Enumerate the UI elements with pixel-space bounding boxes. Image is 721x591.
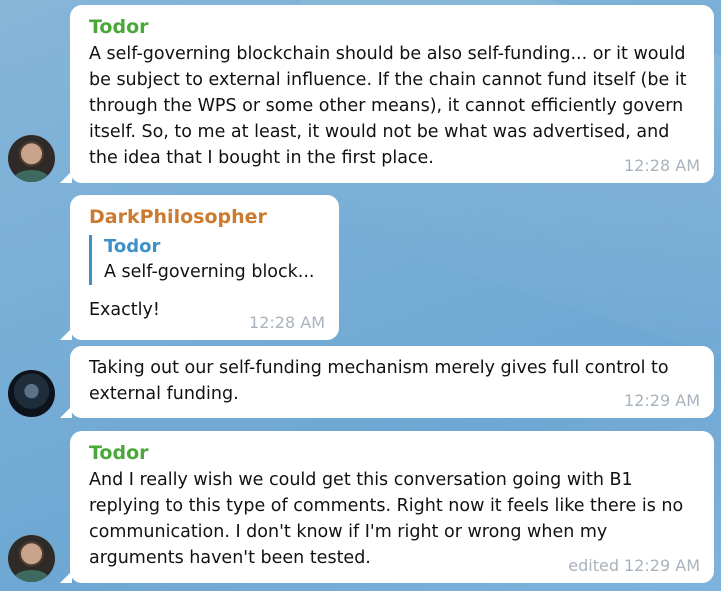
message-text: Taking out our self-funding mechanism me… — [89, 358, 669, 404]
message-timestamp: 12:28 AM — [249, 313, 325, 332]
avatar-todor[interactable] — [8, 135, 55, 182]
message-sender[interactable]: Todor — [89, 15, 694, 39]
message-text: A self-governing blockchain should be al… — [89, 44, 687, 168]
message-bubble-todor-2[interactable]: Todor And I really wish we could get thi… — [60, 431, 714, 583]
avatar-todor-2[interactable] — [8, 535, 55, 582]
message-bubble-darkphilosopher[interactable]: DarkPhilosopher Todor A self-governing b… — [60, 195, 339, 340]
reply-quote-sender: Todor — [104, 236, 161, 257]
message-bubble-darkphilosopher-2[interactable]: Taking out our self-funding mechanism me… — [60, 346, 714, 418]
message-bubble-todor-1[interactable]: Todor A self-governing blockchain should… — [60, 5, 714, 183]
message-timestamp: 12:29 AM — [624, 391, 700, 410]
avatar-darkphilosopher[interactable] — [8, 370, 55, 417]
message-sender[interactable]: Todor — [89, 441, 694, 465]
reply-quote[interactable]: Todor A self-governing block... — [89, 235, 325, 285]
message-timestamp: edited 12:29 AM — [568, 556, 700, 575]
message-timestamp: 12:28 AM — [624, 156, 700, 175]
reply-quote-text: A self-governing block... — [104, 262, 315, 282]
message-sender[interactable]: DarkPhilosopher — [89, 205, 325, 229]
